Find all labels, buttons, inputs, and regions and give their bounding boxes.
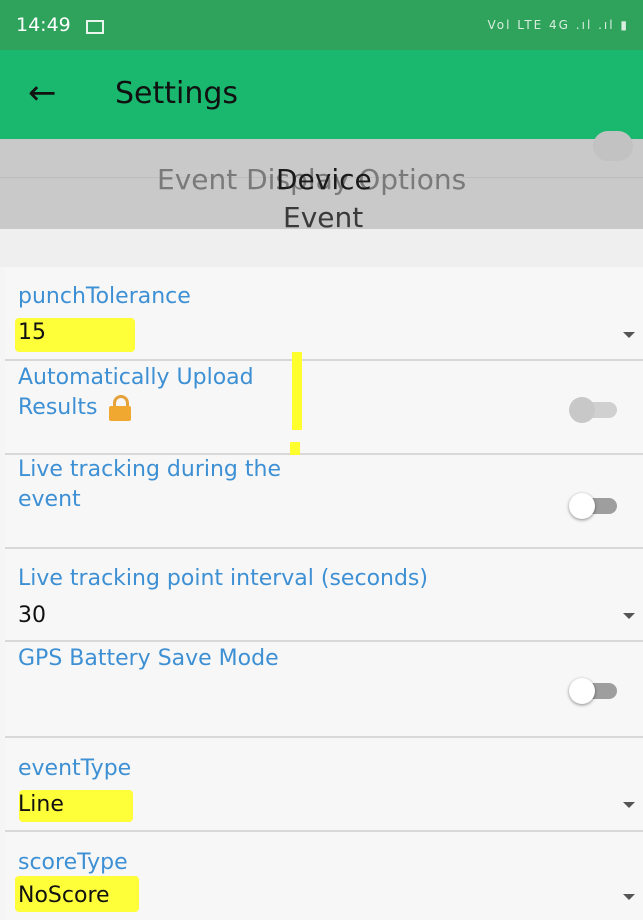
page-title: Settings [115, 76, 239, 111]
gps-battery-setting[interactable]: GPS Battery Save Mode [5, 642, 643, 738]
punch-tolerance-label: punchTolerance [18, 284, 191, 309]
live-tracking-label-line2: event [18, 487, 81, 512]
tracking-interval-label: Live tracking point interval (seconds) [18, 566, 428, 591]
status-bar: 14:49 Vol LTE 4G .ıl .ıl ▮ [0, 0, 643, 50]
dropdown-caret-icon[interactable] [623, 894, 635, 900]
live-tracking-label: Live tracking during the event [18, 455, 281, 515]
dropdown-caret-icon[interactable] [623, 613, 635, 619]
auto-upload-label-line2: Results [18, 395, 98, 420]
app-bar: ← Settings [0, 50, 643, 139]
tab-gap [0, 229, 643, 267]
image-notification-icon [86, 20, 104, 34]
gps-battery-label: GPS Battery Save Mode [18, 646, 279, 671]
signal-battery-icons: Vol LTE 4G .ıl .ıl ▮ [487, 18, 629, 32]
live-tracking-toggle[interactable] [569, 493, 617, 519]
overlapped-toggle [593, 131, 633, 161]
auto-upload-setting[interactable]: Automatically Upload Results [5, 361, 643, 455]
punch-tolerance-setting[interactable]: punchTolerance 15 [5, 268, 643, 361]
dropdown-caret-icon[interactable] [623, 332, 635, 338]
event-type-setting[interactable]: eventType Line [5, 738, 643, 832]
auto-upload-toggle[interactable] [569, 397, 617, 423]
live-tracking-label-line1: Live tracking during the [18, 457, 281, 482]
back-arrow-icon[interactable]: ← [28, 68, 57, 118]
event-type-label: eventType [18, 756, 132, 781]
highlight-mark [292, 352, 302, 430]
auto-upload-label: Automatically Upload Results [18, 363, 254, 423]
score-type-label: scoreType [18, 850, 128, 875]
event-type-value[interactable]: Line [18, 792, 64, 817]
tab-device[interactable]: Device [276, 163, 372, 196]
score-type-value[interactable]: NoScore [18, 883, 110, 908]
lock-icon [109, 395, 132, 421]
score-type-setting[interactable]: scoreType NoScore [5, 832, 643, 920]
punch-tolerance-value[interactable]: 15 [18, 320, 46, 345]
tab-event[interactable]: Event [283, 205, 363, 229]
status-time: 14:49 [16, 14, 71, 36]
gps-battery-toggle[interactable] [569, 678, 617, 704]
tracking-interval-setting[interactable]: Live tracking point interval (seconds) 3… [5, 549, 643, 642]
tracking-interval-value[interactable]: 30 [18, 603, 46, 628]
auto-upload-label-line1: Automatically Upload [18, 365, 254, 390]
tab-strip: Event Display Options Device Event [0, 131, 643, 229]
dropdown-caret-icon[interactable] [623, 802, 635, 808]
live-tracking-setting[interactable]: Live tracking during the event [5, 455, 643, 549]
